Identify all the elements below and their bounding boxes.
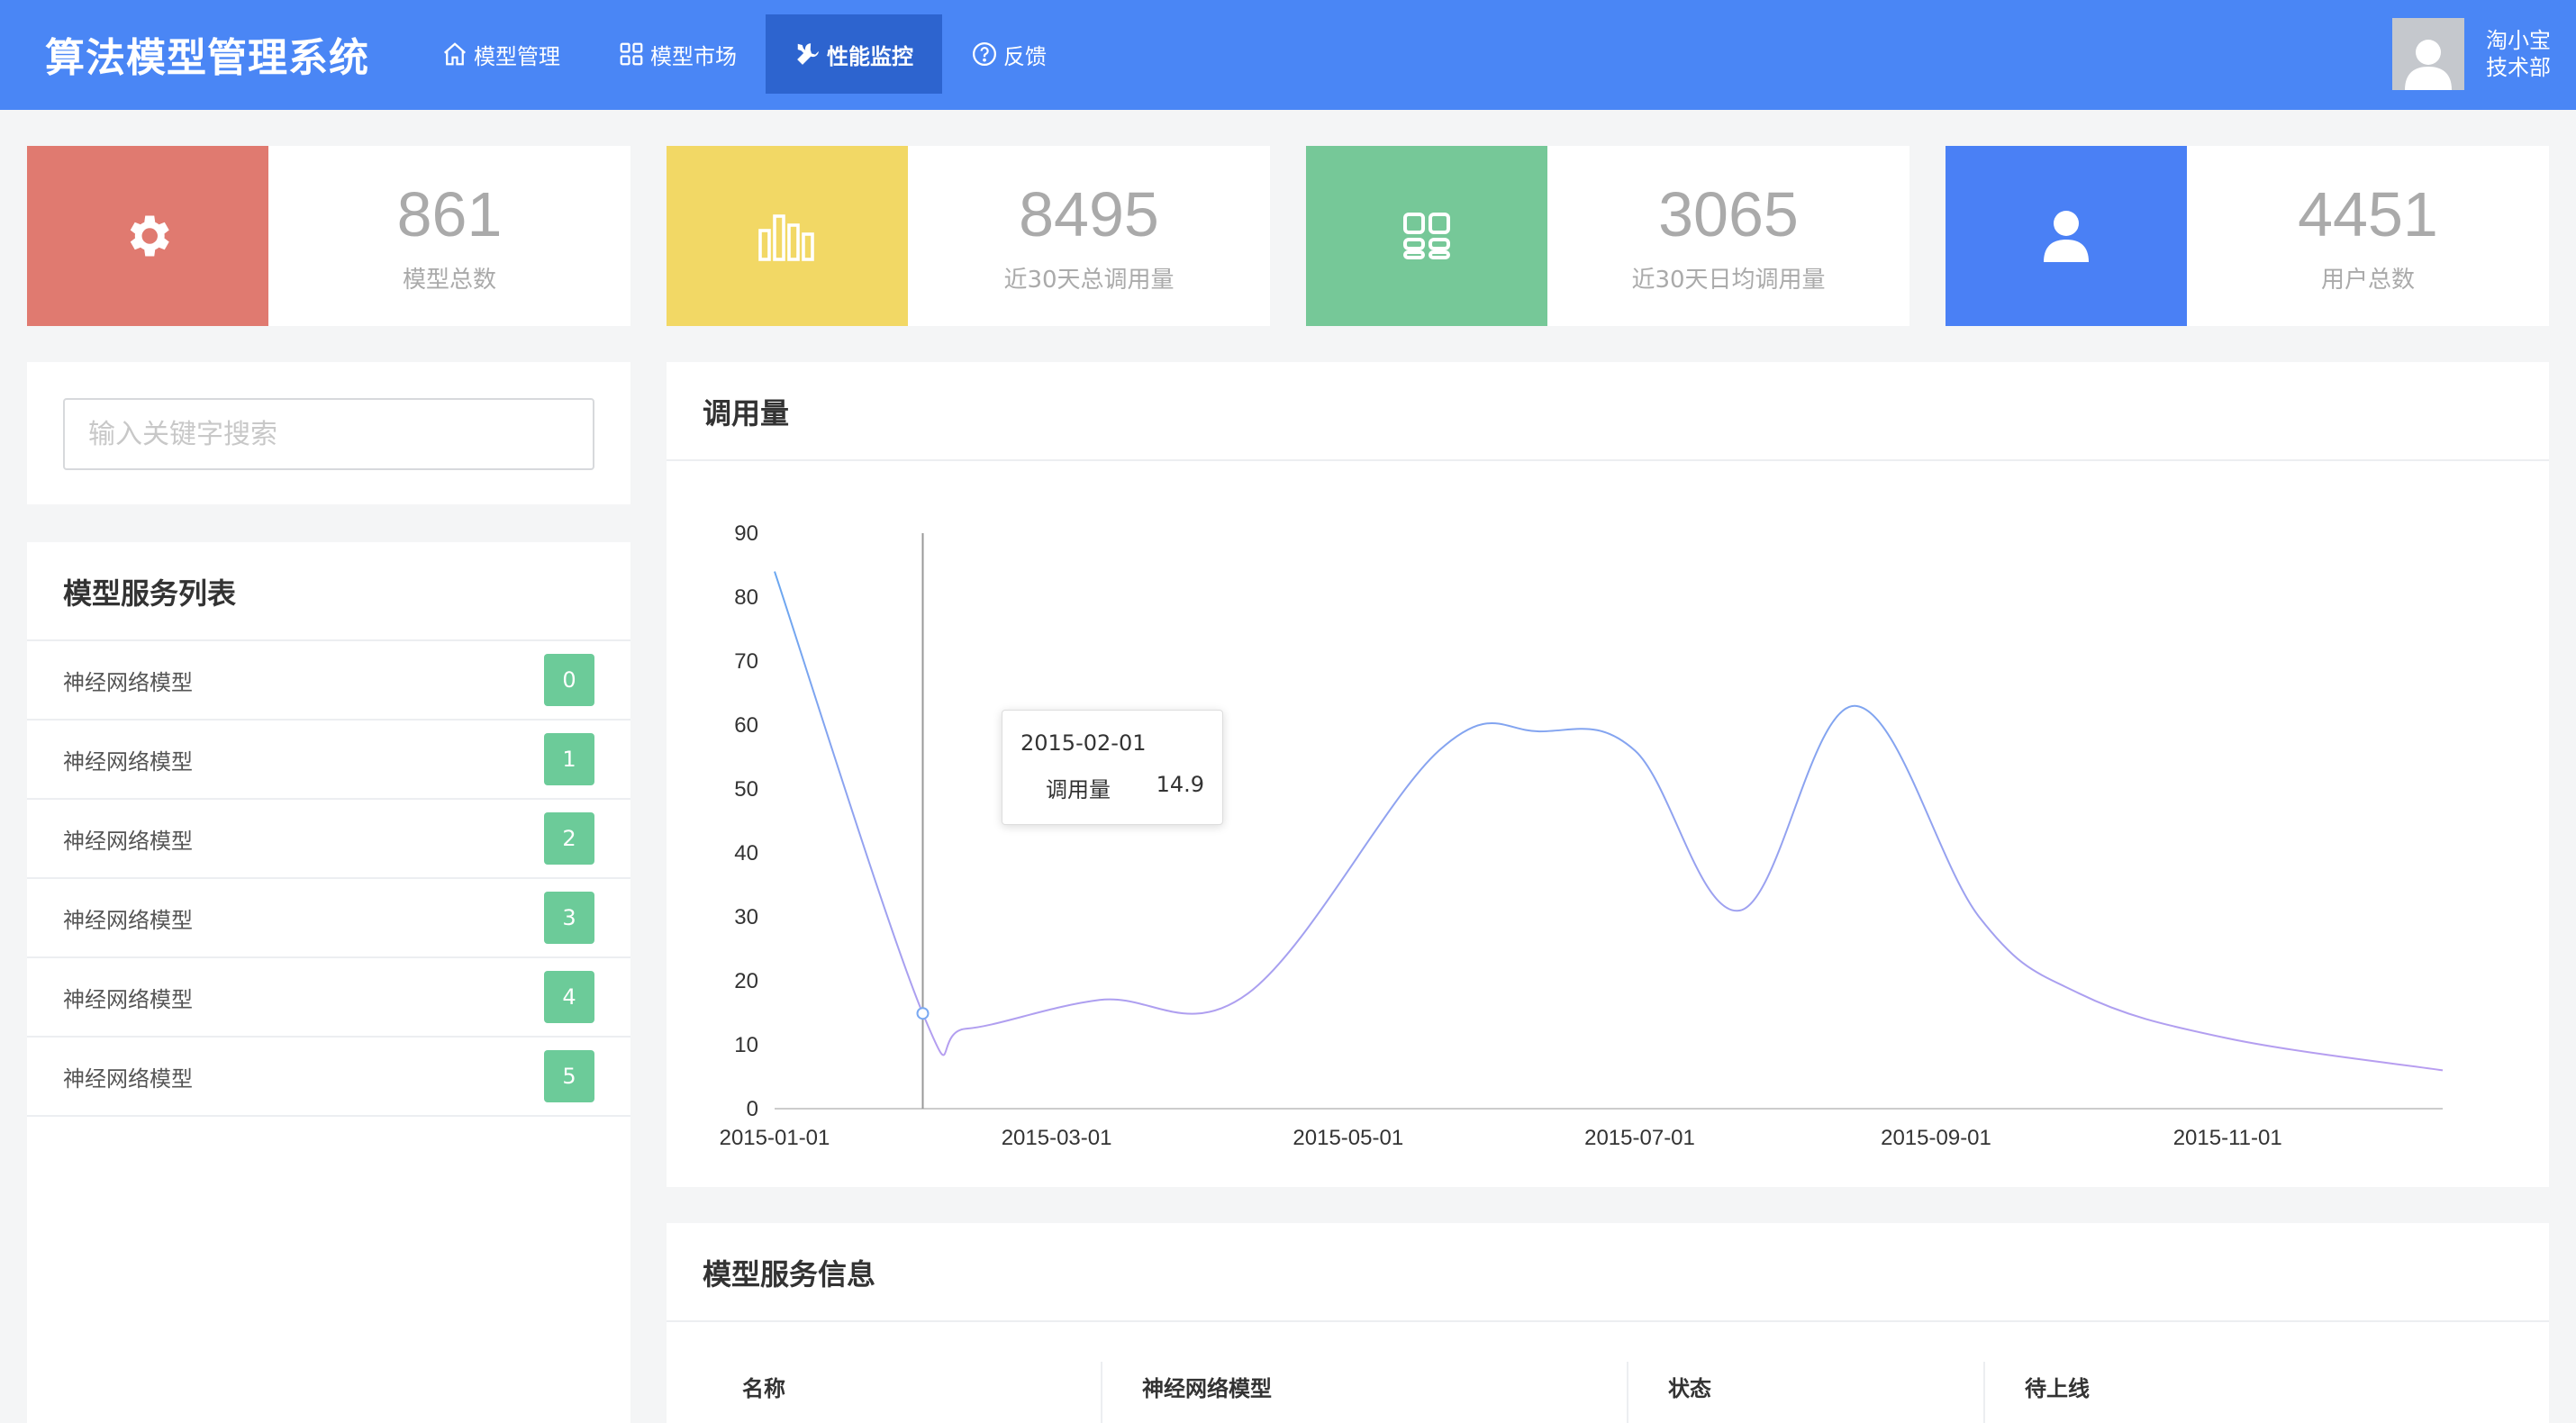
list-item-badge: 0 [544,654,594,706]
stat-icon-block [1306,146,1547,326]
tooltip-value: 14.9 [1156,772,1204,797]
main-nav: 模型管理 模型市场 性能监控 反馈 [413,14,1075,94]
user-menu[interactable]: 淘小宝 技术部 [2392,18,2551,90]
usage-chart-panel: 调用量 [667,362,2549,1187]
info-column-divider [1983,1362,1985,1423]
nav-label: 模型管理 [474,43,560,69]
list-item-badge: 5 [544,1050,594,1102]
nav-label: 模型市场 [650,43,737,69]
list-item-badge: 4 [544,971,594,1023]
panel-header-divider [667,1320,2549,1322]
stat-value: 4451 [2298,179,2438,249]
nav-model-management[interactable]: 模型管理 [413,14,589,94]
list-item[interactable]: 神经网络模型 2 [27,798,630,877]
service-info-panel: 模型服务信息 [667,1223,2549,1423]
list-end-divider [27,1115,630,1117]
tools-icon [797,43,819,65]
user-info: 淘小宝 技术部 [2486,27,2551,81]
info-column-divider [1101,1362,1102,1423]
info-name-label: 名称 [742,1376,785,1401]
nav-feedback[interactable]: 反馈 [942,14,1075,94]
stat-value: 3065 [1658,179,1799,249]
app-title: 算法模型管理系统 [45,35,369,81]
stat-label: 用户总数 [2320,267,2415,294]
panel-header-divider [667,459,2549,461]
top-header: 算法模型管理系统 模型管理 模型市场 性能监控 反馈 淘小宝 技术部 [0,0,2576,110]
tooltip-series-name: 调用量 [1046,777,1111,802]
list-item[interactable]: 神经网络模型 1 [27,719,630,798]
list-item-name: 神经网络模型 [63,829,193,854]
nav-model-market[interactable]: 模型市场 [589,14,766,94]
list-item[interactable]: 神经网络模型 3 [27,877,630,956]
info-column-divider [1627,1362,1628,1423]
user-silhouette-icon [2405,40,2452,90]
list-item-name: 神经网络模型 [63,1066,193,1092]
search-panel [27,362,630,504]
stat-icon-block [1946,146,2187,326]
list-item[interactable]: 神经网络模型 4 [27,956,630,1036]
list-item-name: 神经网络模型 [63,749,193,775]
stat-icon-block [667,146,908,326]
service-info-title: 模型服务信息 [703,1257,876,1292]
user-name: 淘小宝 [2486,28,2551,53]
usage-panel-title: 调用量 [703,396,790,431]
info-name-value: 神经网络模型 [1142,1376,1272,1401]
bar-chart-icon [758,214,814,261]
stat-value: 861 [396,179,503,249]
list-item-name: 神经网络模型 [63,908,193,933]
stat-label: 近30天总调用量 [1003,267,1175,294]
search-input[interactable] [63,398,594,470]
stat-card-user-count: 4451 用户总数 [1946,146,2549,326]
list-item[interactable]: 神经网络模型 5 [27,1036,630,1115]
stat-card-total-calls: 8495 近30天总调用量 [667,146,1270,326]
list-item[interactable]: 神经网络模型 0 [27,639,630,719]
list-item-badge: 3 [544,892,594,944]
nav-performance-monitor[interactable]: 性能监控 [766,14,942,94]
tooltip-row: 调用量 14.9 [1020,772,1204,803]
list-item-badge: 2 [544,812,594,865]
grid-icon [620,42,643,66]
user-icon [2044,211,2089,262]
list-item-name: 神经网络模型 [63,987,193,1012]
nav-label: 性能监控 [827,43,913,69]
user-department: 技术部 [2486,55,2551,80]
list-item-badge: 1 [544,733,594,785]
nav-label: 反馈 [1003,43,1047,69]
service-list-panel: 模型服务列表 神经网络模型 0 神经网络模型 1 神经网络模型 2 神经网络模型… [27,542,630,1423]
service-list-title: 模型服务列表 [63,576,237,611]
chart-tooltip: 2015-02-01 调用量 14.9 [1002,710,1223,825]
stat-card-daily-avg-calls: 3065 近30天日均调用量 [1306,146,1909,326]
stat-icon-block [27,146,268,326]
home-icon [444,42,466,66]
help-circle-icon [973,42,996,66]
apps-icon [1403,213,1450,259]
avatar[interactable] [2392,18,2464,90]
info-status-label: 状态 [1668,1376,1711,1401]
stat-value: 8495 [1019,179,1159,249]
stat-card-model-count: 861 模型总数 [27,146,630,326]
tooltip-date: 2015-02-01 [1020,730,1147,756]
stat-label: 模型总数 [402,267,496,294]
gear-icon [130,215,169,257]
stat-label: 近30天日均调用量 [1631,267,1826,294]
list-item-name: 神经网络模型 [63,670,193,695]
info-status-value: 待上线 [2025,1376,2090,1401]
